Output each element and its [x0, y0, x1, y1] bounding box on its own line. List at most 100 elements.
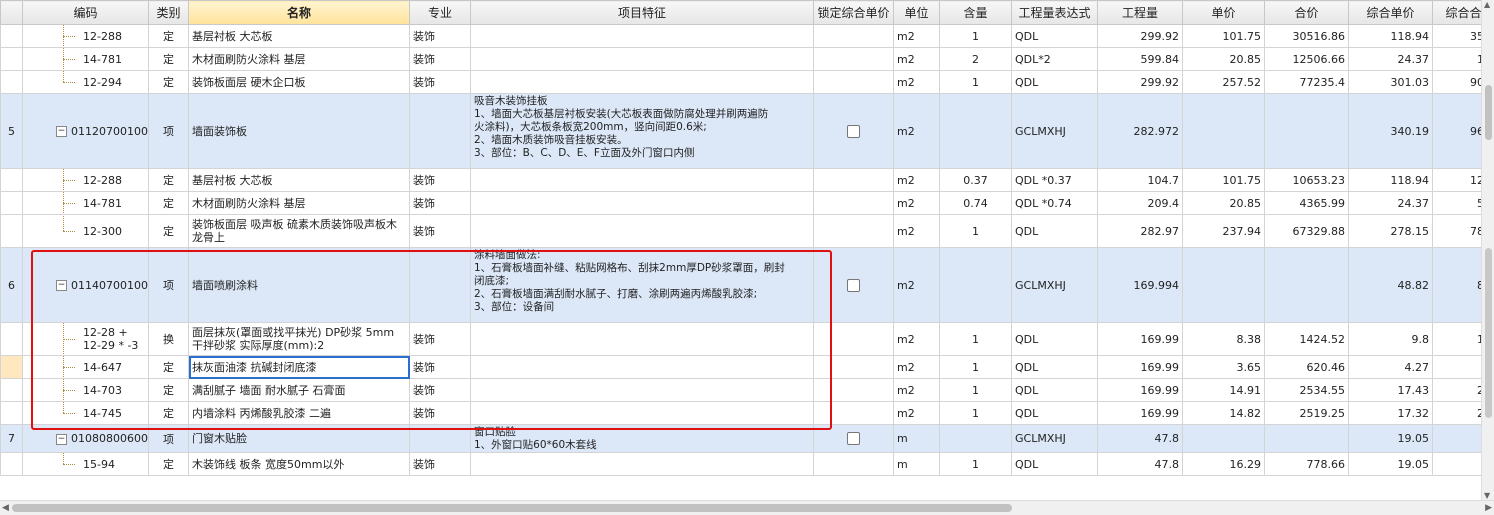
cell-qty[interactable]: 169.99 — [1097, 322, 1183, 356]
cell-price[interactable]: 101.75 — [1182, 168, 1265, 192]
cell-features[interactable]: 吸音木装饰挂板 1、墙面大芯板基层衬板安装(大芯板表面做防腐处理并刷两遍防 火涂… — [470, 93, 814, 169]
cell-rownum[interactable] — [0, 355, 23, 379]
cell-rownum[interactable] — [0, 214, 23, 248]
cell-name[interactable]: 木装饰线 板条 宽度50mm以外 — [188, 452, 410, 476]
cell-unit[interactable]: m2 — [893, 168, 940, 192]
header-expr[interactable]: 工程量表达式 — [1011, 0, 1098, 25]
cell-expr[interactable]: GCLMXHJ — [1011, 93, 1098, 169]
cell-price[interactable]: 257.52 — [1182, 70, 1265, 94]
cell-content[interactable]: 1 — [939, 452, 1012, 476]
cell-major[interactable]: 装饰 — [409, 322, 471, 356]
cell-lock[interactable] — [813, 191, 894, 215]
cell-code[interactable]: 14-647 — [22, 355, 149, 379]
cell-unit[interactable]: m — [893, 452, 940, 476]
cell-code[interactable]: −010808006002 — [22, 424, 149, 453]
header-name[interactable]: 名称 — [188, 0, 410, 25]
cell-comp-total[interactable]: 9 — [1432, 452, 1481, 476]
cell-features[interactable] — [470, 322, 814, 356]
quota-row[interactable]: 12-300 定装饰板面层 吸声板 硫素木质装饰吸声板木龙骨上 装饰 m2 1 QDL 28… — [0, 214, 1481, 248]
cell-type[interactable]: 定 — [148, 191, 189, 215]
cell-qty[interactable]: 169.99 — [1097, 355, 1183, 379]
header-major[interactable]: 专业 — [409, 0, 471, 25]
cell-price[interactable] — [1182, 93, 1265, 169]
cell-features[interactable] — [470, 401, 814, 425]
header-comp-price[interactable]: 综合单价 — [1348, 0, 1433, 25]
cell-name[interactable]: 门窗木贴脸 — [188, 424, 410, 453]
cell-rownum[interactable]: 5 — [0, 93, 23, 169]
quota-row[interactable]: 14-703 定满刮腻子 墙面 耐水腻子 石膏面 装饰 m2 1 QDL 169.99 14.… — [0, 378, 1481, 402]
cell-unit[interactable]: m2 — [893, 401, 940, 425]
cell-lock[interactable] — [813, 70, 894, 94]
list-item-row[interactable]: 6 −011407001001 项墙面喷刷涂料 涂料墙面做法: 1、石膏板墙面补缝、粘… — [0, 247, 1481, 323]
cell-type[interactable]: 定 — [148, 452, 189, 476]
cell-qty[interactable]: 599.84 — [1097, 47, 1183, 71]
cell-major[interactable]: 装饰 — [409, 214, 471, 248]
cell-lock[interactable] — [813, 247, 894, 323]
cell-major[interactable]: 装饰 — [409, 168, 471, 192]
cell-comp-total[interactable]: 51 — [1432, 191, 1481, 215]
cell-expr[interactable]: QDL *0.37 — [1011, 168, 1098, 192]
cell-comp-total[interactable]: 356 — [1432, 24, 1481, 48]
cell-content[interactable]: 1 — [939, 401, 1012, 425]
cell-content[interactable]: 1 — [939, 322, 1012, 356]
list-item-row[interactable]: 7 −010808006002 项门窗木贴脸 窗口贴脸 1、外窗口贴60*60木套线 m… — [0, 424, 1481, 453]
cell-lock[interactable] — [813, 322, 894, 356]
cell-name[interactable]: 面层抹灰(罩面或找平抹光) DP砂浆 5mm 干拌砂浆 实际厚度(mm):2 — [188, 322, 410, 356]
cell-unit[interactable]: m — [893, 424, 940, 453]
header-lock[interactable]: 锁定综合单价 — [813, 0, 894, 25]
cell-price[interactable]: 20.85 — [1182, 47, 1265, 71]
cell-unit[interactable]: m2 — [893, 93, 940, 169]
cell-major[interactable]: 装饰 — [409, 191, 471, 215]
cell-rownum[interactable] — [0, 70, 23, 94]
cell-comp-total[interactable]: 16 — [1432, 322, 1481, 356]
cell-comp-total[interactable]: 962 — [1432, 93, 1481, 169]
cell-unit[interactable]: m2 — [893, 24, 940, 48]
cell-name[interactable]: 装饰板面层 硬木企口板 — [188, 70, 410, 94]
cell-code[interactable]: 12-288 — [22, 168, 149, 192]
cell-content[interactable]: 1 — [939, 378, 1012, 402]
cell-features[interactable] — [470, 24, 814, 48]
cell-code[interactable]: 14-745 — [22, 401, 149, 425]
quota-row[interactable]: 12-294 定装饰板面层 硬木企口板 装饰 m2 1 QDL 299.92 257.52 77… — [0, 70, 1481, 94]
cell-features[interactable] — [470, 191, 814, 215]
quota-row[interactable]: 12-28 + 12-29 * -3 换面层抹灰(罩面或找平抹光) DP砂浆 5m… — [0, 322, 1481, 356]
cell-total[interactable]: 2534.55 — [1264, 378, 1349, 402]
cell-type[interactable]: 项 — [148, 93, 189, 169]
cell-lock[interactable] — [813, 424, 894, 453]
header-content[interactable]: 含量 — [939, 0, 1012, 25]
cell-type[interactable]: 定 — [148, 168, 189, 192]
cell-total[interactable] — [1264, 424, 1349, 453]
cell-qty[interactable]: 299.92 — [1097, 24, 1183, 48]
list-item-row[interactable]: 5 −011207001002 项墙面装饰板 吸音木装饰挂板 1、墙面大芯板基层衬板安… — [0, 93, 1481, 169]
cell-features[interactable] — [470, 452, 814, 476]
cell-total[interactable] — [1264, 93, 1349, 169]
cell-qty[interactable]: 104.7 — [1097, 168, 1183, 192]
cell-type[interactable]: 项 — [148, 424, 189, 453]
cell-unit[interactable]: m2 — [893, 322, 940, 356]
collapse-icon[interactable]: − — [56, 280, 67, 291]
quota-row[interactable]: 14-647 定抹灰面油漆 抗碱封闭底漆 装饰 m2 1 QDL 169.99 3.65 620… — [0, 355, 1481, 379]
cell-comp-price[interactable]: 24.37 — [1348, 191, 1433, 215]
cell-code[interactable]: 12-28 + 12-29 * -3 — [22, 322, 149, 356]
cell-major[interactable]: 装饰 — [409, 47, 471, 71]
cell-price[interactable]: 14.82 — [1182, 401, 1265, 425]
cell-lock[interactable] — [813, 24, 894, 48]
cell-content[interactable]: 1 — [939, 70, 1012, 94]
scroll-up-icon[interactable]: ▲ — [1484, 0, 1490, 9]
cell-name[interactable]: 墙面装饰板 — [188, 93, 410, 169]
cell-name[interactable]: 基层衬板 大芯板 — [188, 168, 410, 192]
cell-lock[interactable] — [813, 47, 894, 71]
cell-lock[interactable] — [813, 401, 894, 425]
horizontal-scrollbar[interactable]: ◀ ▶ — [0, 500, 1494, 515]
cell-rownum[interactable] — [0, 378, 23, 402]
scroll-left-icon[interactable]: ◀ — [2, 503, 9, 513]
cell-content[interactable] — [939, 93, 1012, 169]
cell-comp-price[interactable]: 278.15 — [1348, 214, 1433, 248]
cell-type[interactable]: 换 — [148, 322, 189, 356]
header-rownum[interactable] — [0, 0, 23, 25]
cell-total[interactable]: 12506.66 — [1264, 47, 1349, 71]
header-type[interactable]: 类别 — [148, 0, 189, 25]
cell-price[interactable] — [1182, 247, 1265, 323]
header-unit[interactable]: 单位 — [893, 0, 940, 25]
cell-content[interactable] — [939, 247, 1012, 323]
